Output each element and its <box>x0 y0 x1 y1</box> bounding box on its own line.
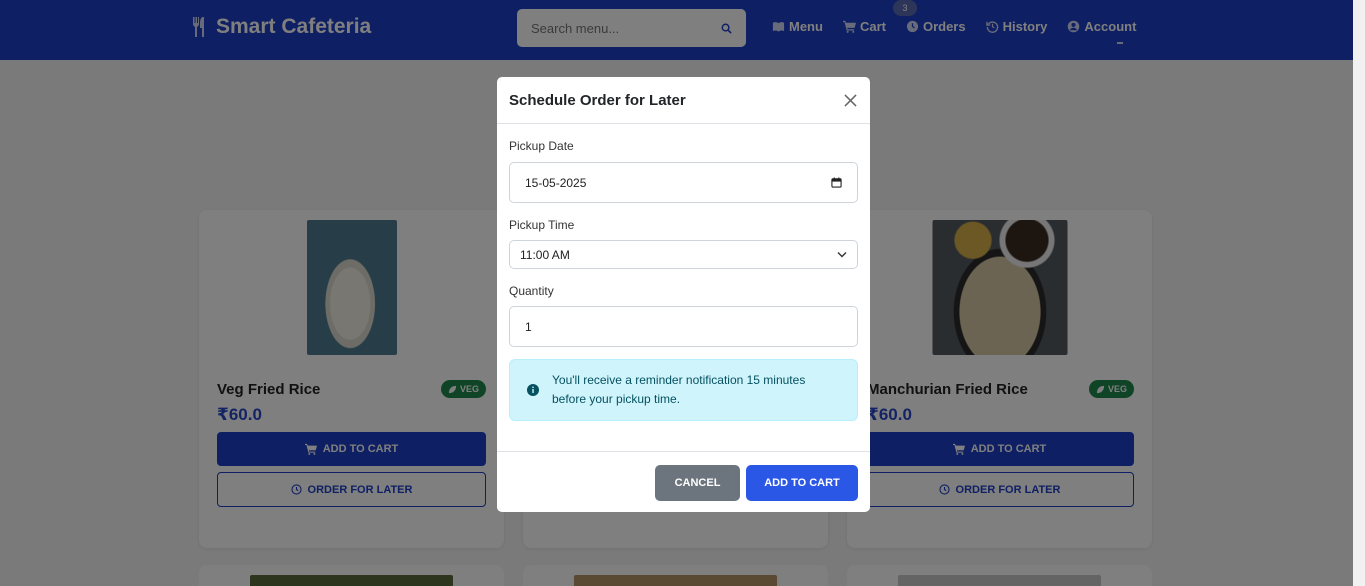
pickup-time-value: 11:00 AM <box>520 247 570 262</box>
pickup-time-select[interactable]: 11:00 AM <box>509 240 858 269</box>
reminder-info-alert: You'll receive a reminder notification 1… <box>509 359 858 421</box>
close-button[interactable] <box>841 91 859 109</box>
quantity-label: Quantity <box>509 284 554 298</box>
close-icon <box>843 93 857 107</box>
reminder-info-line: before your pickup time. <box>552 392 681 406</box>
calendar-icon[interactable] <box>831 177 842 188</box>
chevron-down-icon <box>837 252 847 258</box>
modal-footer: CANCEL ADD TO CART <box>497 451 870 512</box>
pickup-date-input[interactable]: 15-05-2025 <box>509 162 858 203</box>
modal-title: Schedule Order for Later <box>509 91 686 109</box>
reminder-info-text: You'll receive a reminder notification 1… <box>552 371 805 409</box>
quantity-input[interactable]: 1 <box>509 306 858 347</box>
pickup-time-label: Pickup Time <box>509 218 575 232</box>
reminder-info-line: You'll receive a reminder notification 1… <box>552 373 806 387</box>
pickup-date-label: Pickup Date <box>509 139 574 153</box>
confirm-add-to-cart-button[interactable]: ADD TO CART <box>746 465 858 501</box>
schedule-order-modal: Schedule Order for Later Pickup Date 15-… <box>497 77 870 512</box>
page-scrollbar[interactable] <box>1353 0 1365 586</box>
cancel-button[interactable]: CANCEL <box>655 465 740 501</box>
modal-header: Schedule Order for Later <box>497 77 870 124</box>
pickup-date-value: 15-05-2025 <box>525 175 587 190</box>
quantity-value: 1 <box>525 319 532 334</box>
info-icon <box>527 384 539 396</box>
